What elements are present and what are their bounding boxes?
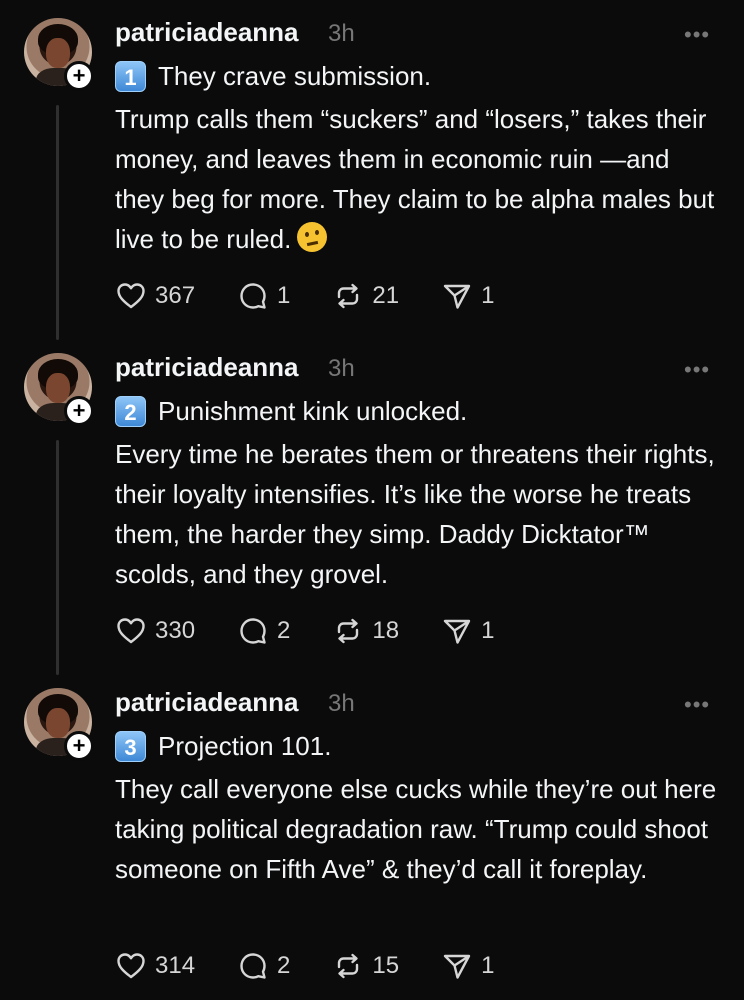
share-count: 1 <box>481 282 495 309</box>
post-body-text: They call everyone else cucks while they… <box>115 774 717 884</box>
comment-icon <box>240 618 266 644</box>
post: + patriciadeanna 3h ••• 1 They crave sub… <box>0 0 744 340</box>
post-body-text: Every time he berates them or threatens … <box>115 439 715 589</box>
send-icon <box>443 954 471 979</box>
share-button[interactable]: 1 <box>441 950 494 982</box>
thread-feed: + patriciadeanna 3h ••• 1 They crave sub… <box>0 0 744 1000</box>
reply-count: 2 <box>277 617 291 644</box>
share-button[interactable]: 1 <box>441 615 494 647</box>
post-time: 3h <box>328 690 355 717</box>
post: + patriciadeanna 3h ••• 2 Punishment kin… <box>0 335 744 675</box>
post-body-text: Trump calls them “suckers” and “losers,”… <box>115 104 715 254</box>
headline-text: Projection 101. <box>158 730 332 761</box>
send-icon <box>443 284 471 309</box>
thread-line <box>56 440 59 675</box>
share-button[interactable]: 1 <box>441 280 494 312</box>
post-headline: 1 They crave submission. <box>115 58 431 94</box>
follow-plus-icon[interactable]: + <box>64 396 94 426</box>
send-icon <box>443 619 471 644</box>
post-actions: 367 1 21 1 <box>115 278 536 314</box>
share-count: 1 <box>481 952 495 979</box>
repost-icon <box>338 618 359 644</box>
reply-button[interactable]: 2 <box>237 615 290 647</box>
reply-count: 2 <box>277 952 291 979</box>
repost-count: 21 <box>372 282 400 309</box>
number-badge: 2 <box>115 395 146 427</box>
headline-text: They crave submission. <box>158 60 432 91</box>
repost-button[interactable]: 21 <box>332 280 399 312</box>
post-body: Every time he berates them or threatens … <box>115 434 725 594</box>
post-body: They call everyone else cucks while they… <box>115 769 725 889</box>
thread-line <box>56 105 59 340</box>
post-actions: 314 2 15 1 <box>115 948 536 984</box>
heart-icon <box>117 618 145 644</box>
reply-button[interactable]: 2 <box>237 950 290 982</box>
follow-plus-icon[interactable]: + <box>64 731 94 761</box>
post: + patriciadeanna 3h ••• 3 Projection 101… <box>0 670 744 1000</box>
post-time: 3h <box>328 355 355 382</box>
repost-count: 18 <box>372 617 400 644</box>
username[interactable]: patriciadeanna <box>115 17 299 48</box>
reply-button[interactable]: 1 <box>237 280 290 312</box>
reply-count: 1 <box>277 282 291 309</box>
follow-plus-icon[interactable]: + <box>64 61 94 91</box>
post-actions: 330 2 18 1 <box>115 613 536 649</box>
number-badge: 3 <box>115 730 146 762</box>
repost-icon <box>338 953 359 979</box>
post-time: 3h <box>328 20 355 47</box>
thinking-face-icon <box>297 222 328 252</box>
like-button[interactable]: 330 <box>115 615 195 647</box>
heart-icon <box>117 283 145 309</box>
post-body: Trump calls them “suckers” and “losers,”… <box>115 99 725 259</box>
repost-button[interactable]: 18 <box>332 615 399 647</box>
like-button[interactable]: 314 <box>115 950 195 982</box>
like-count: 314 <box>155 952 196 979</box>
repost-icon <box>338 283 359 309</box>
number-badge: 1 <box>115 60 146 92</box>
headline-text: Punishment kink unlocked. <box>158 395 468 426</box>
like-count: 367 <box>155 282 196 309</box>
repost-count: 15 <box>372 952 400 979</box>
heart-icon <box>117 953 145 979</box>
like-button[interactable]: 367 <box>115 280 195 312</box>
comment-icon <box>240 283 266 309</box>
post-headline: 2 Punishment kink unlocked. <box>115 393 467 429</box>
username[interactable]: patriciadeanna <box>115 352 299 383</box>
share-count: 1 <box>481 617 495 644</box>
more-options-icon[interactable]: ••• <box>684 692 710 718</box>
username[interactable]: patriciadeanna <box>115 687 299 718</box>
more-options-icon[interactable]: ••• <box>684 22 710 48</box>
more-options-icon[interactable]: ••• <box>684 357 710 383</box>
comment-icon <box>240 953 266 979</box>
repost-button[interactable]: 15 <box>332 950 399 982</box>
like-count: 330 <box>155 617 196 644</box>
post-headline: 3 Projection 101. <box>115 728 331 764</box>
